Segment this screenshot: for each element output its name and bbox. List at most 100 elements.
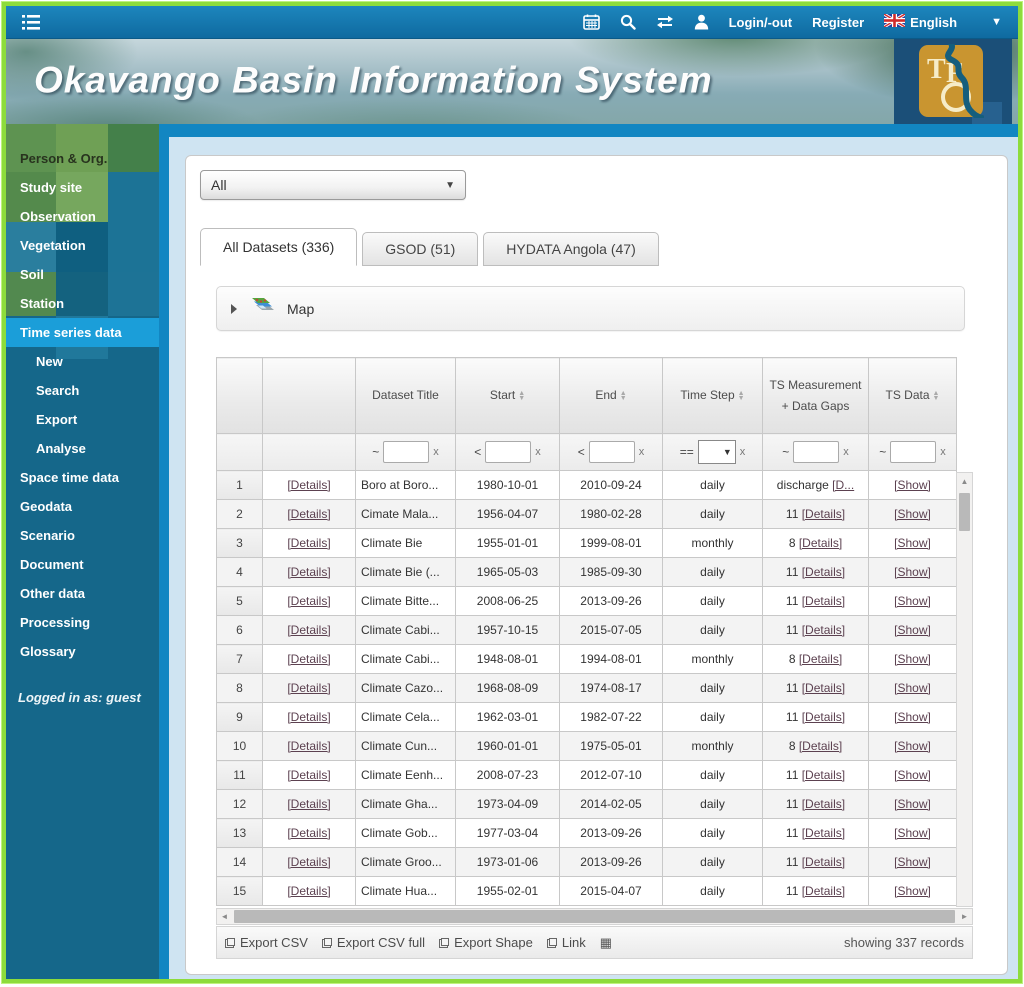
col-ts-measurement[interactable]: TS Measurement + Data Gaps bbox=[762, 357, 869, 434]
title-filter-input[interactable] bbox=[383, 441, 430, 463]
time-step-filter-select[interactable]: ▼ bbox=[697, 440, 736, 464]
sort-icon[interactable] bbox=[738, 391, 745, 402]
sidebar-item-observation[interactable]: Observation bbox=[6, 202, 159, 231]
sidebar-item-geodata[interactable]: Geodata bbox=[6, 492, 159, 521]
link-button[interactable]: Link bbox=[546, 935, 586, 950]
show-link[interactable]: [Show] bbox=[894, 797, 931, 811]
measurement-details-link[interactable]: [Details] bbox=[802, 507, 845, 521]
ts-data-filter-input[interactable] bbox=[890, 441, 937, 463]
details-link[interactable]: [Details] bbox=[287, 855, 330, 869]
measurement-details-link[interactable]: [Details] bbox=[802, 623, 845, 637]
export-shape-button[interactable]: Export Shape bbox=[439, 935, 533, 950]
clear-filter-button[interactable]: x bbox=[433, 446, 439, 458]
details-link[interactable]: [Details] bbox=[287, 884, 330, 898]
search-icon[interactable] bbox=[620, 14, 636, 30]
sidebar-item-glossary[interactable]: Glossary bbox=[6, 637, 159, 666]
measurement-details-link[interactable]: [Details] bbox=[802, 826, 845, 840]
sidebar-item-station[interactable]: Station bbox=[6, 289, 159, 318]
register-link[interactable]: Register bbox=[812, 15, 864, 30]
map-accordion[interactable]: Map bbox=[216, 286, 965, 331]
sort-icon[interactable] bbox=[933, 391, 940, 402]
show-link[interactable]: [Show] bbox=[894, 478, 931, 492]
measurement-details-link[interactable]: [D... bbox=[832, 478, 854, 492]
show-link[interactable]: [Show] bbox=[894, 826, 931, 840]
show-link[interactable]: [Show] bbox=[894, 623, 931, 637]
show-link[interactable]: [Show] bbox=[894, 507, 931, 521]
menu-list-icon[interactable] bbox=[22, 14, 40, 30]
details-link[interactable]: [Details] bbox=[287, 536, 330, 550]
sidebar-item-export[interactable]: Export bbox=[6, 405, 159, 434]
details-link[interactable]: [Details] bbox=[287, 710, 330, 724]
details-link[interactable]: [Details] bbox=[287, 652, 330, 666]
details-link[interactable]: [Details] bbox=[287, 797, 330, 811]
details-link[interactable]: [Details] bbox=[287, 739, 330, 753]
tab-hydata-angola-47[interactable]: HYDATA Angola (47) bbox=[483, 232, 659, 266]
measurement-details-link[interactable]: [Details] bbox=[802, 768, 845, 782]
scroll-right-icon[interactable] bbox=[957, 912, 972, 921]
sort-icon[interactable] bbox=[518, 391, 525, 402]
export-csv-full-button[interactable]: Export CSV full bbox=[321, 935, 425, 950]
clear-filter-button[interactable]: x bbox=[740, 446, 746, 458]
sidebar-item-person-org[interactable]: Person & Org. bbox=[6, 144, 159, 173]
measurement-details-link[interactable]: [Details] bbox=[802, 855, 845, 869]
details-link[interactable]: [Details] bbox=[287, 478, 330, 492]
details-link[interactable]: [Details] bbox=[287, 681, 330, 695]
details-link[interactable]: [Details] bbox=[287, 565, 330, 579]
end-filter-input[interactable] bbox=[588, 441, 635, 463]
sidebar-item-time-series-data[interactable]: Time series data bbox=[6, 318, 159, 347]
sidebar-item-document[interactable]: Document bbox=[6, 550, 159, 579]
show-link[interactable]: [Show] bbox=[894, 739, 931, 753]
show-link[interactable]: [Show] bbox=[894, 768, 931, 782]
measurement-details-link[interactable]: [Details] bbox=[799, 652, 842, 666]
details-link[interactable]: [Details] bbox=[287, 623, 330, 637]
sidebar-item-other-data[interactable]: Other data bbox=[6, 579, 159, 608]
sidebar-item-analyse[interactable]: Analyse bbox=[6, 434, 159, 463]
clear-filter-button[interactable]: x bbox=[940, 446, 946, 458]
dataset-filter-select[interactable]: All ▼ bbox=[200, 170, 466, 200]
horizontal-scrollbar[interactable] bbox=[216, 908, 973, 925]
sort-icon[interactable] bbox=[620, 391, 627, 402]
horizontal-scroll-thumb[interactable] bbox=[234, 910, 955, 923]
clear-filter-button[interactable]: x bbox=[639, 446, 645, 458]
details-link[interactable]: [Details] bbox=[287, 768, 330, 782]
measurement-details-link[interactable]: [Details] bbox=[802, 797, 845, 811]
user-icon[interactable] bbox=[694, 14, 709, 30]
details-link[interactable]: [Details] bbox=[287, 507, 330, 521]
tab-gsod-51[interactable]: GSOD (51) bbox=[362, 232, 479, 266]
measurement-details-link[interactable]: [Details] bbox=[799, 739, 842, 753]
sidebar-item-search[interactable]: Search bbox=[6, 376, 159, 405]
col-start[interactable]: Start bbox=[455, 357, 560, 434]
expand-triangle-icon[interactable] bbox=[231, 303, 237, 314]
measurement-details-link[interactable]: [Details] bbox=[802, 884, 845, 898]
show-link[interactable]: [Show] bbox=[894, 594, 931, 608]
vertical-scrollbar[interactable] bbox=[956, 472, 973, 907]
show-link[interactable]: [Show] bbox=[894, 652, 931, 666]
sidebar-item-study-site[interactable]: Study site bbox=[6, 173, 159, 202]
sidebar-item-vegetation[interactable]: Vegetation bbox=[6, 231, 159, 260]
export-csv-button[interactable]: Export CSV bbox=[225, 935, 308, 950]
start-filter-input[interactable] bbox=[485, 441, 532, 463]
col-end[interactable]: End bbox=[559, 357, 663, 434]
show-link[interactable]: [Show] bbox=[894, 565, 931, 579]
login-link[interactable]: Login/-out bbox=[729, 15, 793, 30]
language-caret-icon[interactable]: ▼ bbox=[991, 16, 1002, 28]
col-time-step[interactable]: Time Step bbox=[662, 357, 763, 434]
details-link[interactable]: [Details] bbox=[287, 594, 330, 608]
show-link[interactable]: [Show] bbox=[894, 681, 931, 695]
measurement-details-link[interactable]: [Details] bbox=[802, 565, 845, 579]
sidebar-item-new[interactable]: New bbox=[6, 347, 159, 376]
sidebar-item-scenario[interactable]: Scenario bbox=[6, 521, 159, 550]
sidebar-item-processing[interactable]: Processing bbox=[6, 608, 159, 637]
show-link[interactable]: [Show] bbox=[894, 884, 931, 898]
measurement-details-link[interactable]: [Details] bbox=[799, 536, 842, 550]
grid-view-icon[interactable]: ▦ bbox=[600, 935, 612, 951]
show-link[interactable]: [Show] bbox=[894, 536, 931, 550]
show-link[interactable]: [Show] bbox=[894, 710, 931, 724]
language-selector[interactable]: English bbox=[883, 12, 957, 30]
col-ts-data[interactable]: TS Data bbox=[868, 357, 957, 434]
sidebar-item-soil[interactable]: Soil bbox=[6, 260, 159, 289]
exchange-arrows-icon[interactable] bbox=[656, 15, 674, 29]
details-link[interactable]: [Details] bbox=[287, 826, 330, 840]
sidebar-item-space-time-data[interactable]: Space time data bbox=[6, 463, 159, 492]
clear-filter-button[interactable]: x bbox=[535, 446, 541, 458]
